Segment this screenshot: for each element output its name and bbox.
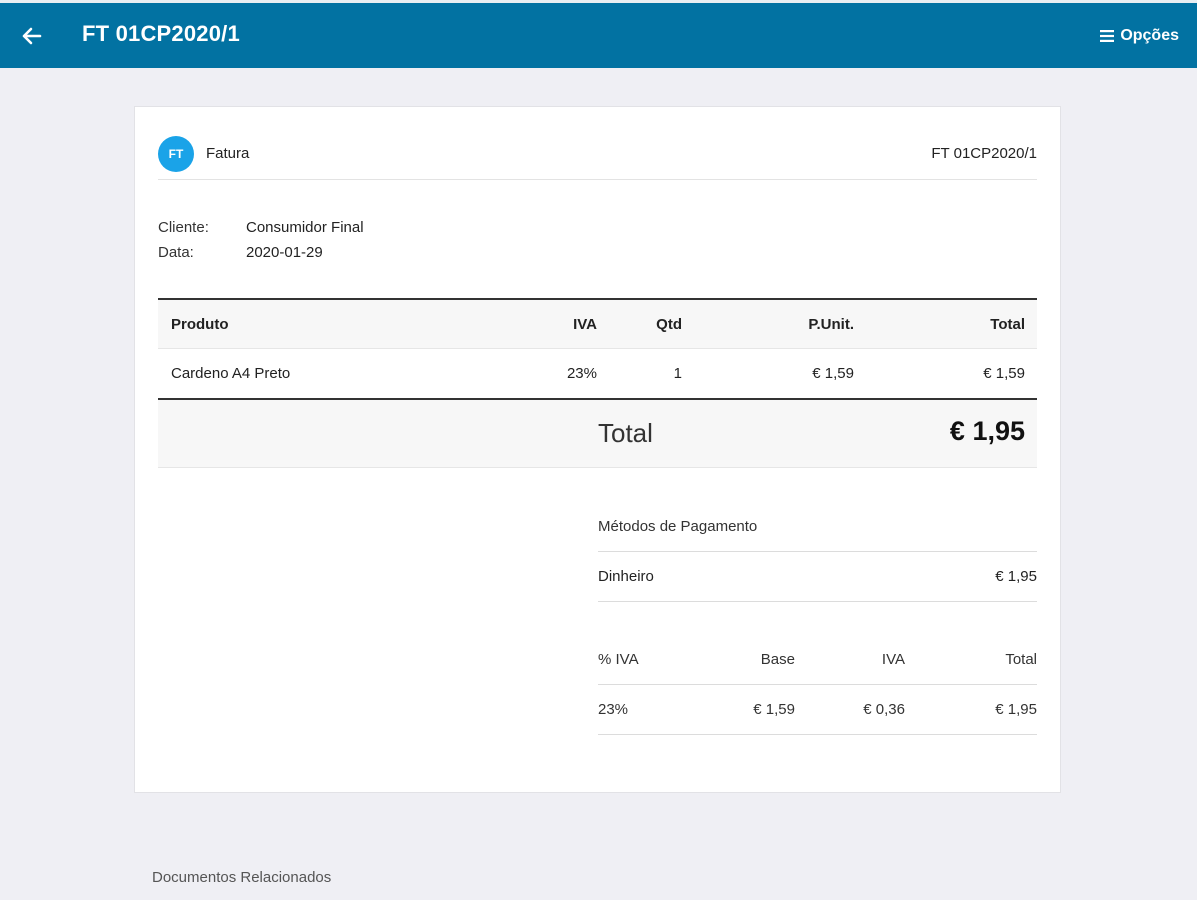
- payment-method: Dinheiro: [598, 568, 654, 585]
- vat-base: € 1,59: [753, 701, 795, 718]
- document-meta: Cliente: Consumidor Final Data: 2020-01-…: [158, 215, 364, 265]
- menu-icon: [1100, 30, 1115, 42]
- vat-header-vat: IVA: [881, 651, 905, 668]
- header-qty: Qtd: [656, 316, 682, 333]
- vat-amount: € 0,36: [863, 701, 905, 718]
- document-type-badge: FT: [158, 136, 194, 172]
- item-product: Cardeno A4 Preto: [171, 365, 291, 382]
- header-product: Produto: [171, 316, 229, 333]
- item-qty: 1: [673, 365, 682, 382]
- document-type: Fatura: [206, 145, 250, 162]
- header-unit-price: P.Unit.: [808, 316, 854, 333]
- item-total: € 1,59: [983, 365, 1025, 382]
- payment-methods: Métodos de Pagamento Dinheiro € 1,95: [598, 502, 1037, 602]
- item-vat: 23%: [566, 365, 597, 382]
- vat-header-base: Base: [760, 651, 795, 668]
- vat-summary-header: % IVA Base IVA Total: [598, 635, 1037, 685]
- vat-header-pct: % IVA: [598, 651, 639, 668]
- table-row: Cardeno A4 Preto 23% 1 € 1,59 € 1,59: [158, 349, 1037, 400]
- total-label: Total: [598, 418, 653, 448]
- payment-methods-title: Métodos de Pagamento: [598, 502, 1037, 552]
- grand-total: Total € 1,95: [158, 400, 1037, 468]
- related-documents-heading: Documentos Relacionados: [152, 869, 332, 886]
- top-app-bar: FT 01CP2020/1 Opções: [0, 0, 1197, 68]
- header-vat: IVA: [573, 316, 597, 333]
- document-header: FT Fatura FT 01CP2020/1: [158, 107, 1037, 180]
- back-button[interactable]: [16, 21, 48, 51]
- date-label: Data:: [158, 244, 194, 261]
- arrow-left-icon: [22, 27, 42, 45]
- invoice-card: FT Fatura FT 01CP2020/1 Cliente: Consumi…: [134, 106, 1061, 793]
- document-number: FT 01CP2020/1: [931, 145, 1037, 162]
- payment-amount: € 1,95: [995, 568, 1037, 585]
- date-value: 2020-01-29: [246, 244, 323, 261]
- client-label: Cliente:: [158, 219, 209, 236]
- list-item: Dinheiro € 1,95: [598, 552, 1037, 602]
- vat-header-total: Total: [1005, 651, 1037, 668]
- vat-summary: % IVA Base IVA Total 23% € 1,59 € 0,36 €…: [598, 635, 1037, 735]
- items-table-header: Produto IVA Qtd P.Unit. Total: [158, 300, 1037, 349]
- header-total: Total: [990, 316, 1025, 333]
- table-row: 23% € 1,59 € 0,36 € 1,95: [598, 685, 1037, 735]
- options-button[interactable]: Opções: [1100, 27, 1179, 45]
- client-value: Consumidor Final: [246, 219, 364, 236]
- item-unit-price: € 1,59: [812, 365, 854, 382]
- total-value: € 1,95: [949, 416, 1025, 446]
- page-title: FT 01CP2020/1: [82, 21, 240, 46]
- vat-total: € 1,95: [995, 701, 1037, 718]
- options-label: Opções: [1120, 27, 1179, 44]
- items-table: Produto IVA Qtd P.Unit. Total Cardeno A4…: [158, 298, 1037, 400]
- vat-pct: 23%: [598, 701, 629, 718]
